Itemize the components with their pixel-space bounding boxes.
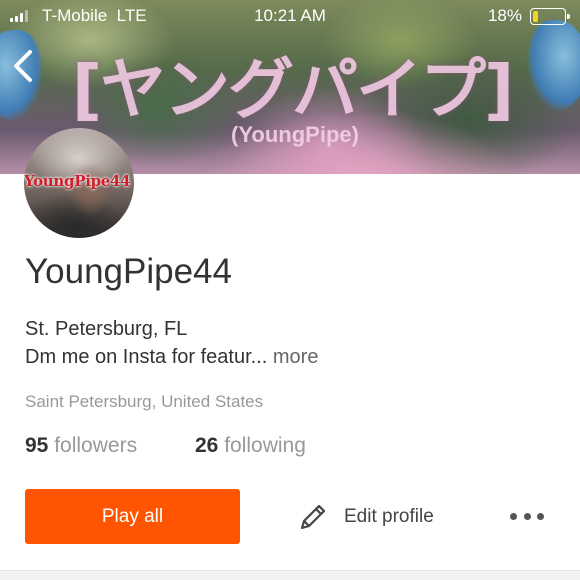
section-divider	[0, 570, 580, 580]
following-label: following	[224, 434, 306, 457]
battery-icon	[530, 8, 570, 25]
more-dot	[537, 512, 544, 520]
more-horizontal-icon	[510, 512, 517, 520]
username: YoungPipe44	[25, 252, 232, 291]
followers-link[interactable]: 95 followers	[25, 434, 137, 458]
bio-line-2: Dm me on Insta for featur... more	[25, 346, 318, 369]
more-link[interactable]: more	[273, 346, 319, 368]
battery-level	[533, 11, 538, 22]
battery-percent: 18%	[487, 6, 522, 25]
followers-count: 95	[25, 434, 49, 457]
bio-text: Dm me on Insta for featur...	[25, 346, 268, 368]
play-all-button[interactable]: Play all	[25, 489, 240, 544]
bio-line-1: St. Petersburg, FL	[25, 318, 188, 340]
more-options-button[interactable]	[510, 504, 544, 528]
back-button[interactable]	[10, 46, 40, 86]
following-count: 26	[195, 434, 219, 457]
avatar-text: YoungPipe44	[24, 172, 131, 190]
status-bar: T-Mobile LTE 10:21 AM 18%	[0, 0, 580, 34]
banner-title: [ヤングパイプ]	[71, 51, 514, 128]
edit-profile-label: Edit profile	[344, 506, 434, 527]
location: Saint Petersburg, United States	[25, 392, 264, 411]
following-link[interactable]: 26 following	[195, 434, 306, 458]
edit-profile-button[interactable]: Edit profile	[296, 496, 434, 538]
avatar[interactable]: YoungPipe44	[24, 128, 134, 238]
followers-label: followers	[54, 434, 138, 457]
more-dot	[523, 512, 531, 520]
chevron-left-icon	[14, 50, 32, 82]
pencil-icon	[300, 504, 326, 530]
